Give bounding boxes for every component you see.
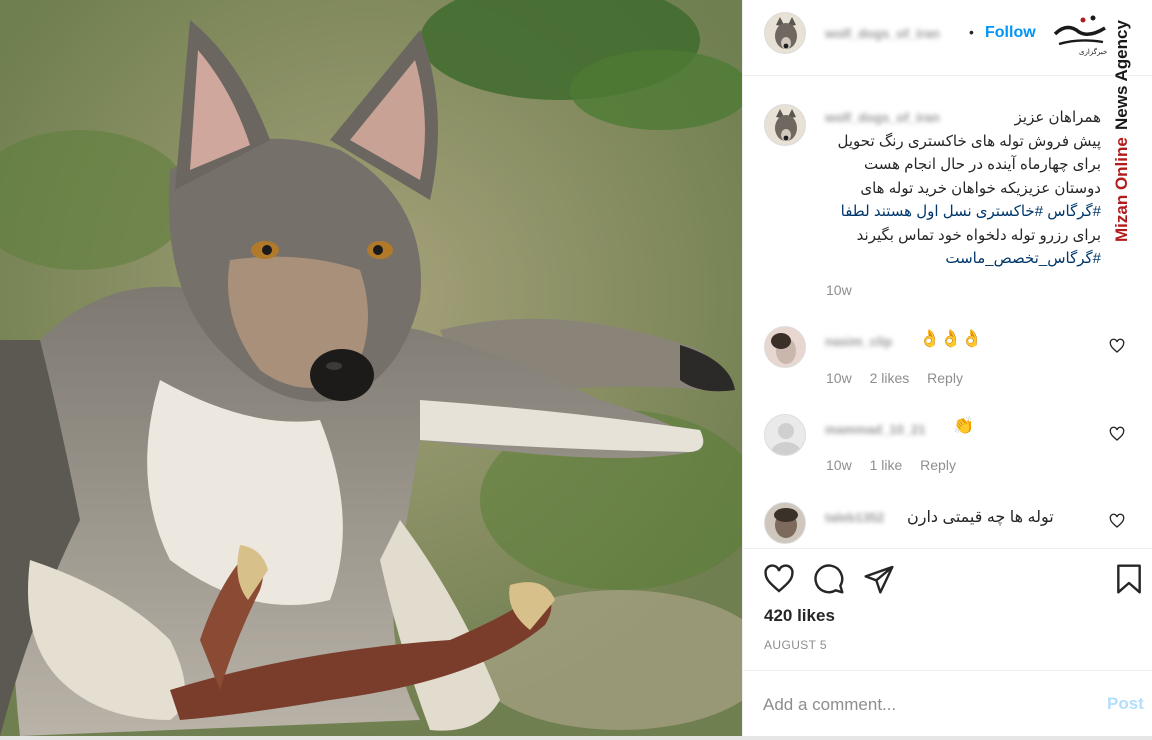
comment-meta: 10w 1 like Reply xyxy=(826,457,970,473)
comment-text: 👏 xyxy=(953,416,975,435)
caption-line[interactable]: #گرگاس_تخصص_ماست xyxy=(825,247,1101,271)
caption-time[interactable]: 10w xyxy=(826,282,852,298)
add-comment-bar: Post xyxy=(743,670,1152,736)
comment-username[interactable]: mammad_10_21 xyxy=(825,422,925,437)
follow-button[interactable]: Follow xyxy=(985,24,1036,42)
likes-count[interactable]: 420 likes xyxy=(764,606,835,626)
comment-avatar[interactable] xyxy=(764,502,806,544)
share-icon[interactable] xyxy=(863,563,895,595)
comment-text: توله ها چه قیمتی دارن xyxy=(907,509,1054,526)
mizan-logo: خبرگزاری xyxy=(1053,15,1107,56)
comment-time[interactable]: 10w xyxy=(826,457,852,473)
wolf-dog-photo xyxy=(0,0,742,736)
comment-likes[interactable]: 2 likes xyxy=(870,370,910,386)
comment-input[interactable] xyxy=(763,693,1063,717)
caption-line: همراهان عزیز xyxy=(1014,109,1101,126)
caption-line: برای رزرو توله دلخواه خود تماس بگیرند xyxy=(856,226,1101,244)
watermark-red-text: Mizan Online xyxy=(1112,137,1131,242)
watermark-vertical: Mizan Online News Agency xyxy=(1112,20,1131,242)
caption-line: برای چهارماه آینده در حال انجام هست xyxy=(864,156,1101,173)
author-avatar[interactable] xyxy=(764,12,806,54)
comment-icon[interactable] xyxy=(813,563,845,595)
author-username[interactable]: wolf_dogs_of_iran xyxy=(825,26,940,41)
heart-small-icon[interactable] xyxy=(1109,426,1125,442)
comment-username[interactable]: nasim_clip xyxy=(825,334,892,349)
caption-meta: 10w xyxy=(826,282,866,298)
caption-line: #گرگاس #خاکستری نسل اول هستند لطفا xyxy=(840,203,1101,220)
post-button[interactable]: Post xyxy=(1107,694,1144,714)
bookmark-icon[interactable] xyxy=(1113,563,1145,595)
post-detail-panel: wolf_dogs_of_iran • Follow خبرگزاری Miza… xyxy=(742,0,1152,736)
comment-time[interactable]: 10w xyxy=(826,370,852,386)
caption-line: پیش فروش توله های خاکستری رنگ تحویل xyxy=(837,132,1101,150)
heart-small-icon[interactable] xyxy=(1109,513,1125,529)
heart-small-icon[interactable] xyxy=(1109,338,1125,354)
action-bar xyxy=(743,548,1152,608)
caption-author-avatar[interactable] xyxy=(764,104,806,146)
post-photo[interactable] xyxy=(0,0,742,736)
reply-button[interactable]: Reply xyxy=(920,457,956,473)
post-caption: همراهان عزیز پیش فروش توله های خاکستری ر… xyxy=(825,106,1101,271)
post-date: AUGUST 5 xyxy=(764,638,827,652)
bottom-divider xyxy=(0,736,1152,740)
comment-avatar[interactable] xyxy=(764,326,806,368)
comment-avatar[interactable] xyxy=(764,414,806,456)
watermark-black-text: News Agency xyxy=(1112,20,1131,130)
post-header: wolf_dogs_of_iran • Follow خبرگزاری xyxy=(743,0,1152,76)
mizan-logo-caption: خبرگزاری xyxy=(1079,47,1107,56)
heart-icon[interactable] xyxy=(763,563,795,595)
reply-button[interactable]: Reply xyxy=(927,370,963,386)
comment-likes[interactable]: 1 like xyxy=(870,457,903,473)
comment-text: 👌👌👌 xyxy=(919,329,983,348)
comment-meta: 10w 2 likes Reply xyxy=(826,370,977,386)
comment-username[interactable]: taleb1352 xyxy=(825,510,884,525)
header-separator: • xyxy=(969,24,974,40)
caption-line: دوستان عزیزیکه خواهان خرید توله های xyxy=(860,179,1101,197)
